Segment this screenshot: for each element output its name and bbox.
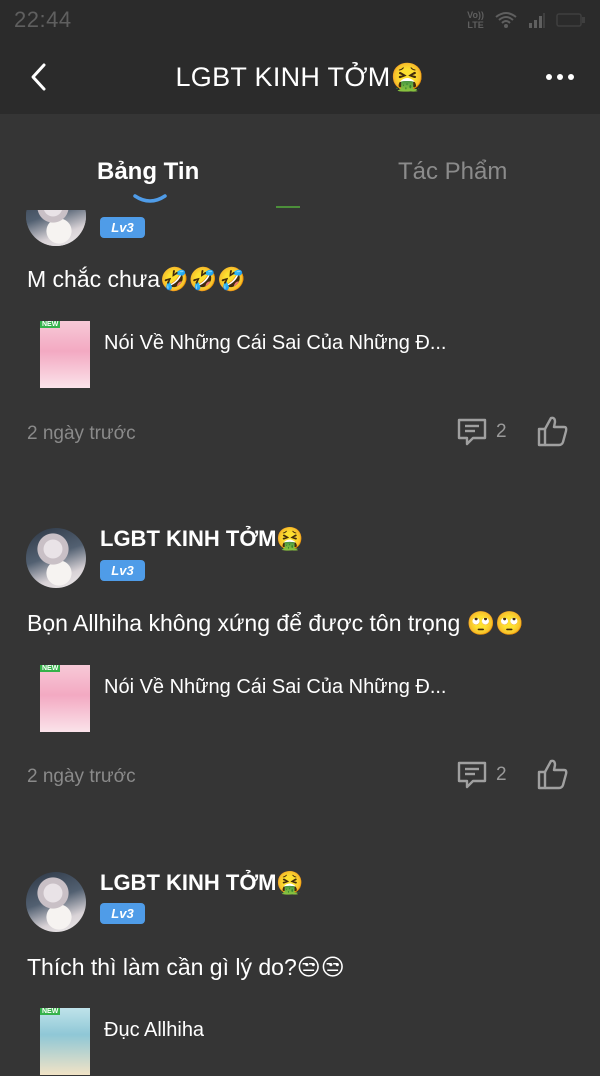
linked-work-card[interactable]: NEW Nói Về Những Cái Sai Của Những Đ... bbox=[40, 321, 560, 389]
volte-indicator: Vo)) LTE bbox=[467, 10, 484, 30]
tab-active-indicator bbox=[133, 194, 167, 203]
author-name[interactable]: LGBT KINH TỞM🤮 bbox=[100, 526, 304, 552]
app-header: LGBT KINH TỞM🤮 bbox=[0, 40, 600, 114]
work-thumbnail: NEW bbox=[40, 665, 90, 732]
author-name[interactable]: LGBT KINH TỞM🤮 bbox=[100, 870, 304, 896]
linked-work-card[interactable]: NEW Nói Về Những Cái Sai Của Những Đ... bbox=[40, 665, 560, 733]
wifi-icon bbox=[495, 12, 517, 28]
comment-button[interactable]: 2 bbox=[456, 415, 516, 449]
back-button[interactable] bbox=[22, 60, 56, 94]
more-horizontal-icon bbox=[546, 74, 552, 80]
divider-mark bbox=[276, 206, 300, 208]
chevron-left-icon bbox=[31, 63, 46, 91]
status-bar: 22:44 Vo)) LTE bbox=[0, 0, 600, 40]
post-time: 2 ngày trước bbox=[27, 423, 136, 444]
post-text: M chắc chưa🤣🤣🤣 bbox=[27, 266, 246, 292]
level-badge: Lv3 bbox=[100, 903, 145, 924]
comment-button[interactable]: 2 bbox=[456, 758, 516, 792]
battery-icon bbox=[556, 13, 585, 27]
tab-feed[interactable]: Bảng Tin bbox=[97, 158, 199, 186]
signal-icon bbox=[529, 13, 545, 28]
level-badge: Lv3 bbox=[100, 217, 145, 238]
like-button[interactable] bbox=[536, 414, 570, 448]
work-title: Nói Về Những Cái Sai Của Những Đ... bbox=[104, 676, 447, 698]
comment-count: 2 bbox=[496, 421, 507, 442]
thumbs-up-icon bbox=[537, 759, 568, 790]
linked-work-card[interactable]: NEW Đục Allhiha bbox=[40, 1008, 560, 1076]
post-text: Bọn Allhiha không xứng để được tôn trọng… bbox=[27, 610, 524, 636]
work-title: Nói Về Những Cái Sai Của Những Đ... bbox=[104, 332, 447, 354]
status-time: 22:44 bbox=[14, 7, 72, 32]
thumbs-up-icon bbox=[537, 416, 568, 447]
like-button[interactable] bbox=[536, 757, 570, 791]
work-title: Đục Allhiha bbox=[104, 1019, 205, 1041]
tab-bar: Bảng Tin Tác Phẩm bbox=[0, 114, 600, 210]
page-title: LGBT KINH TỞM🤮 bbox=[175, 62, 425, 92]
comment-icon bbox=[457, 761, 487, 789]
comment-icon bbox=[457, 418, 487, 446]
work-thumbnail: NEW bbox=[40, 1008, 90, 1075]
more-options-button[interactable] bbox=[540, 60, 580, 94]
work-thumbnail: NEW bbox=[40, 321, 90, 388]
avatar[interactable] bbox=[26, 528, 86, 588]
avatar[interactable] bbox=[26, 872, 86, 932]
avatar-peek bbox=[26, 210, 86, 246]
post-text: Thích thì làm cần gì lý do?😒😒 bbox=[27, 954, 345, 980]
status-icons: Vo)) LTE bbox=[467, 10, 586, 30]
level-badge: Lv3 bbox=[100, 560, 145, 581]
post-time: 2 ngày trước bbox=[27, 766, 136, 787]
comment-count: 2 bbox=[496, 764, 507, 785]
tab-works[interactable]: Tác Phẩm bbox=[398, 158, 507, 186]
